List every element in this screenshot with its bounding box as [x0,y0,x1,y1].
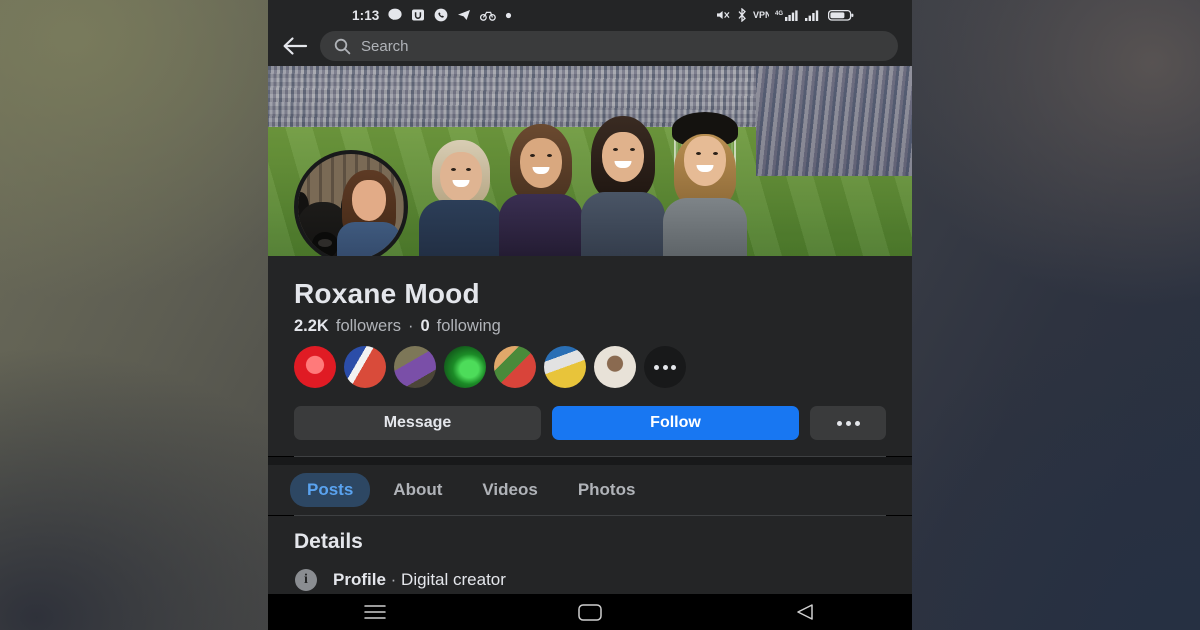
avatar[interactable] [294,150,408,256]
story-4[interactable] [444,346,486,388]
profile-info: Roxane Mood 2.2K followers · 0 following… [268,256,912,456]
cover-photo[interactable] [268,66,912,256]
search-placeholder: Search [361,37,409,55]
story-2[interactable] [344,346,386,388]
detail-profile-bold: Profile [333,570,386,589]
detail-profile-text: Profile · Digital creator [333,570,506,590]
followers-count: 2.2K [294,317,329,335]
page-title: Roxane Mood [294,278,480,309]
info-circle-icon: i [294,568,318,592]
action-buttons: Message Follow [294,406,886,456]
detail-separator: · [390,570,397,589]
story-7[interactable] [594,346,636,388]
tab-videos[interactable]: Videos [465,473,554,507]
ellipsis-icon [654,364,676,370]
details-title: Details [294,530,363,553]
hamburger-icon [364,605,387,619]
detail-row-profile[interactable]: i Profile · Digital creator [294,568,886,592]
back-button[interactable] [770,594,840,630]
signal-bars-icon [805,9,822,22]
back-arrow-icon[interactable] [282,33,308,59]
dot-icon [505,12,512,19]
more-stories-button[interactable] [644,346,686,388]
following-label[interactable]: following [437,317,501,336]
story-1[interactable] [294,346,336,388]
status-clock: 1:13 [352,7,380,23]
messenger-icon [388,8,403,22]
status-bar: 1:13 VPN 4G [268,0,912,30]
signal-4g-icon: 4G [775,9,799,22]
search-input[interactable]: Search [320,31,898,61]
message-button[interactable]: Message [294,406,541,440]
story-5[interactable] [494,346,536,388]
story-3[interactable] [394,346,436,388]
svg-text:4G: 4G [775,11,783,17]
telegram-icon [457,9,471,21]
story-highlights [294,346,886,388]
bicycle-icon [480,9,497,21]
story-6[interactable] [544,346,586,388]
detail-profile-value: Digital creator [401,570,506,589]
phone-screen: 1:13 VPN 4G Search Roxane Mood 2.2K foll… [268,0,912,630]
home-button[interactable] [555,594,625,630]
battery-icon [828,9,854,22]
bluetooth-icon [737,8,747,22]
profile-tabs: Posts About Videos Photos [268,465,912,515]
section-gap [268,457,912,465]
ellipsis-icon [836,420,860,426]
app-u-icon [411,8,425,22]
android-nav-bar [268,594,912,630]
search-icon [334,38,351,55]
more-options-button[interactable] [810,406,886,440]
recents-button[interactable] [340,594,410,630]
profile-stats: 2.2K followers · 0 following [294,317,886,336]
square-icon [578,603,602,621]
mute-icon [715,8,731,22]
triangle-back-icon [796,604,813,620]
search-bar: Search [268,30,912,66]
tab-photos[interactable]: Photos [561,473,653,507]
follow-button[interactable]: Follow [552,406,799,440]
vpn-icon: VPN [753,9,769,21]
tab-about[interactable]: About [376,473,459,507]
followers-label[interactable]: followers [336,317,401,336]
whatsapp-icon [434,8,448,22]
svg-text:VPN: VPN [753,10,769,20]
tab-posts[interactable]: Posts [290,473,371,507]
following-count: 0 [420,317,430,335]
stats-separator: · [407,317,414,335]
